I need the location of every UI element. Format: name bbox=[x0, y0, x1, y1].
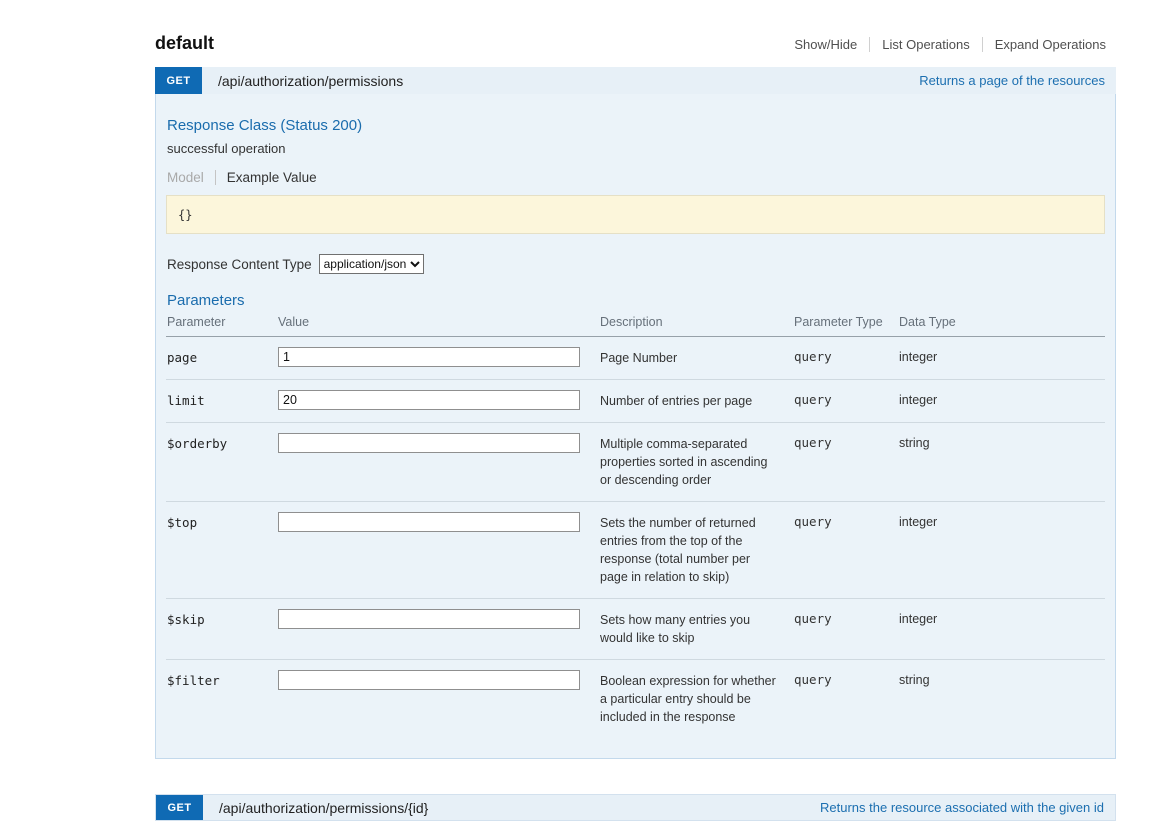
operation-path-link[interactable]: /api/authorization/permissions bbox=[218, 67, 403, 94]
parameter-row: $skip Sets how many entries you would li… bbox=[166, 599, 1105, 660]
resource-header: default Show/Hide List Operations Expand… bbox=[155, 33, 1116, 54]
response-tabs: Model Example Value bbox=[167, 170, 1105, 185]
col-header-parameter: Parameter bbox=[166, 315, 277, 337]
parameter-description: Number of entries per page bbox=[599, 380, 793, 423]
parameters-heading: Parameters bbox=[167, 292, 1105, 309]
parameter-description: Sets how many entries you would like to … bbox=[599, 599, 793, 660]
response-content-type-row: Response Content Type application/json bbox=[167, 254, 1105, 274]
http-method-badge: GET bbox=[155, 67, 202, 94]
parameter-value-input[interactable] bbox=[278, 347, 580, 367]
parameter-data-type: string bbox=[898, 423, 1105, 502]
parameter-description: Sets the number of returned entries from… bbox=[599, 502, 793, 599]
show-hide-link[interactable]: Show/Hide bbox=[782, 37, 869, 52]
parameter-data-type: string bbox=[898, 660, 1105, 739]
parameter-type: query bbox=[793, 599, 898, 660]
parameter-row: limit Number of entries per page query i… bbox=[166, 380, 1105, 423]
response-content-type-select[interactable]: application/json bbox=[319, 254, 424, 274]
parameter-type: query bbox=[793, 337, 898, 380]
operation-content: Response Class (Status 200) successful o… bbox=[155, 94, 1116, 759]
parameter-data-type: integer bbox=[898, 380, 1105, 423]
parameter-description: Multiple comma-separated properties sort… bbox=[599, 423, 793, 502]
example-value-code: {} bbox=[166, 195, 1105, 234]
col-header-description: Description bbox=[599, 315, 793, 337]
parameter-type: query bbox=[793, 660, 898, 739]
col-header-parameter-type: Parameter Type bbox=[793, 315, 898, 337]
parameter-name: $orderby bbox=[166, 423, 277, 502]
operation-summary-link[interactable]: Returns a page of the resources bbox=[919, 67, 1105, 94]
resource-actions: Show/Hide List Operations Expand Operati… bbox=[782, 37, 1106, 52]
parameter-row: $orderby Multiple comma-separated proper… bbox=[166, 423, 1105, 502]
parameter-value-input[interactable] bbox=[278, 512, 580, 532]
parameters-header-row: Parameter Value Description Parameter Ty… bbox=[166, 315, 1105, 337]
parameter-name: limit bbox=[166, 380, 277, 423]
http-method-badge: GET bbox=[156, 795, 203, 820]
resource-title[interactable]: default bbox=[155, 33, 214, 54]
operation-heading[interactable]: GET /api/authorization/permissions Retur… bbox=[155, 67, 1116, 94]
parameter-value-input[interactable] bbox=[278, 609, 580, 629]
parameter-name: $top bbox=[166, 502, 277, 599]
parameter-type: query bbox=[793, 380, 898, 423]
response-class-subtext: successful operation bbox=[167, 141, 1105, 156]
tab-model[interactable]: Model bbox=[167, 170, 216, 185]
parameter-data-type: integer bbox=[898, 599, 1105, 660]
parameter-data-type: integer bbox=[898, 337, 1105, 380]
parameters-table: Parameter Value Description Parameter Ty… bbox=[166, 315, 1105, 738]
parameter-name: $skip bbox=[166, 599, 277, 660]
parameter-data-type: integer bbox=[898, 502, 1105, 599]
parameter-value-input[interactable] bbox=[278, 433, 580, 453]
parameter-row: $filter Boolean expression for whether a… bbox=[166, 660, 1105, 739]
list-operations-link[interactable]: List Operations bbox=[869, 37, 981, 52]
response-class-heading: Response Class (Status 200) bbox=[167, 117, 1105, 134]
parameter-row: page Page Number query integer bbox=[166, 337, 1105, 380]
parameter-value-input[interactable] bbox=[278, 670, 580, 690]
parameter-row: $top Sets the number of returned entries… bbox=[166, 502, 1105, 599]
operation-path-link[interactable]: /api/authorization/permissions/{id} bbox=[219, 795, 428, 820]
parameter-name: page bbox=[166, 337, 277, 380]
operation-get-permission-by-id: GET /api/authorization/permissions/{id} … bbox=[155, 794, 1116, 821]
operation-heading[interactable]: GET /api/authorization/permissions/{id} … bbox=[155, 794, 1116, 821]
parameter-type: query bbox=[793, 502, 898, 599]
operation-get-permissions: GET /api/authorization/permissions Retur… bbox=[155, 67, 1116, 759]
operation-summary-link[interactable]: Returns the resource associated with the… bbox=[820, 795, 1104, 820]
col-header-data-type: Data Type bbox=[898, 315, 1105, 337]
parameter-type: query bbox=[793, 423, 898, 502]
parameter-name: $filter bbox=[166, 660, 277, 739]
expand-operations-link[interactable]: Expand Operations bbox=[982, 37, 1106, 52]
col-header-value: Value bbox=[277, 315, 599, 337]
parameter-description: Boolean expression for whether a particu… bbox=[599, 660, 793, 739]
api-resource-section: default Show/Hide List Operations Expand… bbox=[155, 0, 1116, 821]
parameter-value-input[interactable] bbox=[278, 390, 580, 410]
tab-example-value[interactable]: Example Value bbox=[216, 170, 317, 185]
parameter-description: Page Number bbox=[599, 337, 793, 380]
response-content-type-label: Response Content Type bbox=[167, 257, 312, 272]
